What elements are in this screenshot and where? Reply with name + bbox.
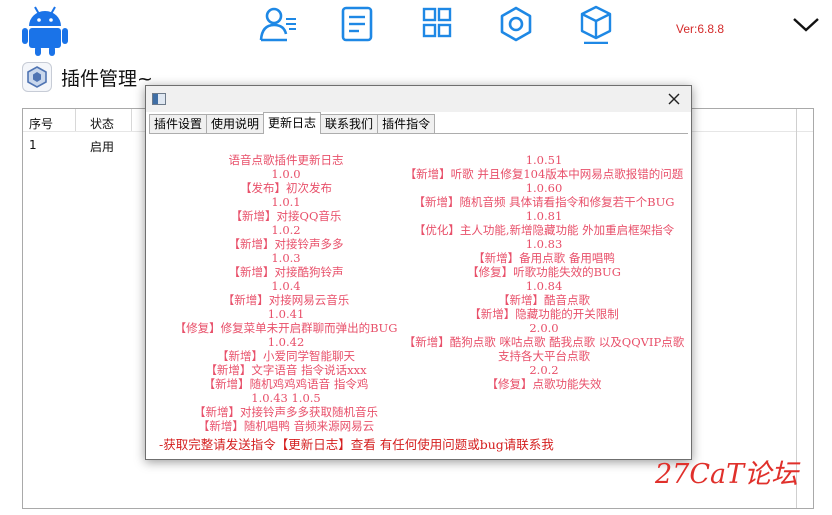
changelog-entry: 【新增】小爱同学智能聊天 — [217, 349, 355, 363]
changelog-right-column: 1.0.51 【新增】听歌 并且修复104版本中网易点歌报错的问题 1.0.60 【新… — [403, 153, 685, 391]
cube-icon[interactable] — [576, 4, 616, 44]
watermark-text: 27CaT论坛 — [654, 459, 801, 490]
page-title: 插件管理~ — [61, 68, 153, 90]
forum-watermark: 27CaT论坛 — [654, 459, 801, 490]
changelog-entry: 【新增】隐藏功能的开关限制 — [469, 307, 619, 321]
grid-icon[interactable] — [417, 6, 457, 42]
version-label: Ver:6.8.8 — [676, 22, 725, 36]
user-list-icon[interactable] — [258, 6, 298, 42]
changelog-entry: 【新增】随机鸡鸡鸡语音 指令鸡 — [203, 377, 369, 391]
app-window-icon — [152, 93, 166, 105]
changelog-left-column: 语音点歌插件更新日志 1.0.0 【发布】初次发布 1.0.1 【新增】对接QQ音乐 1.… — [153, 153, 419, 433]
changelog-entry: 【新增】听歌 并且修复104版本中网易点歌报错的问题 — [404, 167, 684, 181]
changelog-entry: 【优化】主人功能,新增隐藏功能 外加重启框架指令 — [413, 223, 675, 237]
changelog-entry: 1.0.42 — [267, 335, 305, 349]
changelog-entry: 【新增】对接QQ音乐 — [230, 209, 342, 223]
changelog-entry: 【新增】酷狗点歌 咪咕点歌 酷我点歌 以及QQVIP点歌 支持各大平台点歌 — [403, 335, 685, 363]
tab-usage-guide[interactable]: 使用说明 — [206, 114, 265, 134]
plugin-icon — [22, 62, 52, 92]
tab-plugin-settings[interactable]: 插件设置 — [149, 114, 208, 134]
android-icon — [22, 6, 68, 56]
changelog-entry: 【新增】对接网易云音乐 — [222, 293, 350, 307]
changelog-entry: 【新增】对接铃声多多获取随机音乐 — [194, 405, 378, 419]
changelog-entry: 【新增】随机唱鸭 音频来源网易云 — [197, 419, 375, 433]
changelog-entry: 【新增】酷音点歌 — [498, 293, 590, 307]
changelog-entry: 【修复】点歌功能失效 — [486, 377, 602, 391]
tab-contact-us[interactable]: 联系我们 — [320, 114, 379, 134]
close-icon[interactable] — [663, 89, 685, 109]
changelog-entry: 1.0.84 — [525, 279, 563, 293]
changelog-dialog: 插件设置 使用说明 更新日志 联系我们 插件指令 语音点歌插件更新日志 1.0.0… — [145, 85, 692, 460]
changelog-entry: 1.0.41 — [267, 307, 305, 321]
changelog-entry: 1.0.81 — [525, 209, 563, 223]
column-header-index[interactable]: 序号 — [29, 115, 53, 132]
document-icon[interactable] — [337, 6, 377, 42]
changelog-entry: 1.0.1 — [271, 195, 301, 209]
changelog-entry: 1.0.43 1.0.5 — [251, 391, 321, 405]
changelog-entry: 1.0.0 — [271, 167, 301, 181]
tab-changelog[interactable]: 更新日志 — [263, 112, 322, 134]
changelog-entry: 1.0.51 — [525, 153, 563, 167]
dialog-titlebar[interactable] — [146, 86, 691, 112]
tab-plugin-commands[interactable]: 插件指令 — [377, 114, 436, 134]
tab-strip: 插件设置 使用说明 更新日志 联系我们 插件指令 — [149, 112, 436, 134]
column-header-status[interactable]: 状态 — [90, 115, 114, 132]
changelog-entry: 【新增】备用点歌 备用唱鸭 — [473, 251, 615, 265]
changelog-entry: 2.0.2 — [529, 363, 559, 377]
changelog-entry: 【修复】修复菜单未开启群聊而弹出的BUG — [174, 321, 398, 335]
changelog-footer: -获取完整请发送指令【更新日志】查看 有任何使用问题或bug请联系我 — [159, 437, 554, 452]
changelog-entry: 1.0.4 — [271, 279, 301, 293]
changelog-entry: 【新增】对接酷狗铃声 — [228, 265, 344, 279]
chevron-down-icon[interactable] — [791, 14, 821, 34]
column-separator[interactable] — [75, 109, 76, 131]
changelog-entry: 【新增】随机音频 具体请看指令和修复若干个BUG — [413, 195, 675, 209]
table-cell-status[interactable]: 启用 — [90, 138, 114, 155]
changelog-entry: 1.0.83 — [525, 237, 563, 251]
changelog-entry: 2.0.0 — [529, 321, 559, 335]
table-cell-index[interactable]: 1 — [29, 138, 37, 152]
changelog-entry: 1.0.60 — [525, 181, 563, 195]
changelog-entry: 【发布】初次发布 — [240, 181, 332, 195]
column-divider — [796, 109, 797, 508]
changelog-entry: 1.0.2 — [271, 223, 301, 237]
changelog-entry: 1.0.3 — [271, 251, 301, 265]
changelog-entry: 【新增】文字语音 指令说话xxx — [205, 363, 367, 377]
column-separator[interactable] — [131, 109, 132, 131]
changelog-entry: 语音点歌插件更新日志 — [228, 153, 344, 167]
gear-icon[interactable] — [496, 6, 536, 42]
changelog-entry: 【新增】对接铃声多多 — [228, 237, 344, 251]
changelog-entry: 【修复】听歌功能失效的BUG — [467, 265, 621, 279]
changelog-panel: 语音点歌插件更新日志 1.0.0 【发布】初次发布 1.0.1 【新增】对接QQ音乐 1.… — [149, 133, 688, 456]
